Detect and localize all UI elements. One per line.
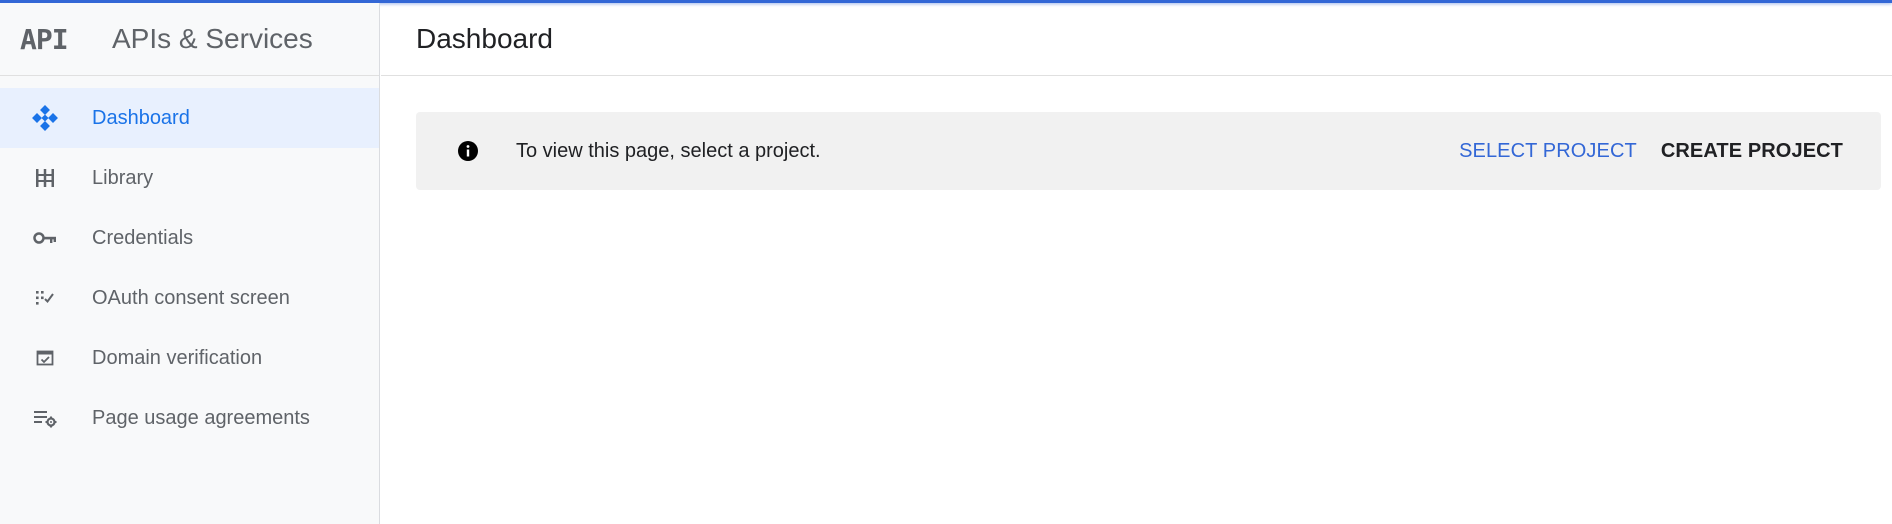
main-content: Dashboard To view this page, select a pr… [381, 3, 1892, 524]
sidebar-item-label: Page usage agreements [92, 406, 310, 429]
select-project-button[interactable]: SELECT PROJECT [1459, 140, 1637, 163]
sidebar-item-label: Library [92, 166, 154, 189]
sidebar-item-dashboard[interactable]: Dashboard [0, 88, 379, 148]
sidebar-item-domain-verification[interactable]: Domain verification [0, 328, 379, 388]
app-title: APIs & Services [112, 23, 313, 54]
page-header: Dashboard [381, 3, 1892, 76]
info-icon [456, 139, 480, 163]
create-project-button[interactable]: CREATE PROJECT [1661, 140, 1843, 163]
sidebar: API APIs & Services Dashboard Library Cr… [0, 3, 380, 524]
sidebar-item-oauth-consent-screen[interactable]: OAuth consent screen [0, 268, 379, 328]
dashboard-icon [0, 88, 92, 148]
domain-verification-icon [0, 328, 92, 388]
sidebar-item-credentials[interactable]: Credentials [0, 208, 379, 268]
sidebar-item-label: Dashboard [92, 106, 190, 129]
banner-message: To view this page, select a project. [516, 139, 821, 162]
banner-actions: SELECT PROJECT CREATE PROJECT [1459, 140, 1843, 163]
library-icon [0, 148, 92, 208]
sidebar-item-label: OAuth consent screen [92, 286, 290, 309]
sidebar-item-page-usage-agreements[interactable]: Page usage agreements [0, 388, 379, 448]
sidebar-item-library[interactable]: Library [0, 148, 379, 208]
sidebar-item-label: Domain verification [92, 346, 263, 369]
sidebar-header: API APIs & Services [0, 3, 379, 76]
select-project-banner: To view this page, select a project. SEL… [416, 112, 1881, 190]
key-icon [0, 208, 92, 268]
sidebar-item-label: Credentials [92, 226, 194, 249]
sidebar-nav: Dashboard Library Credentials OAuth cons… [0, 76, 379, 448]
oauth-consent-icon [0, 268, 92, 328]
page-usage-agreements-icon [0, 388, 92, 448]
page-title: Dashboard [416, 23, 553, 54]
api-logo: API [20, 22, 69, 56]
